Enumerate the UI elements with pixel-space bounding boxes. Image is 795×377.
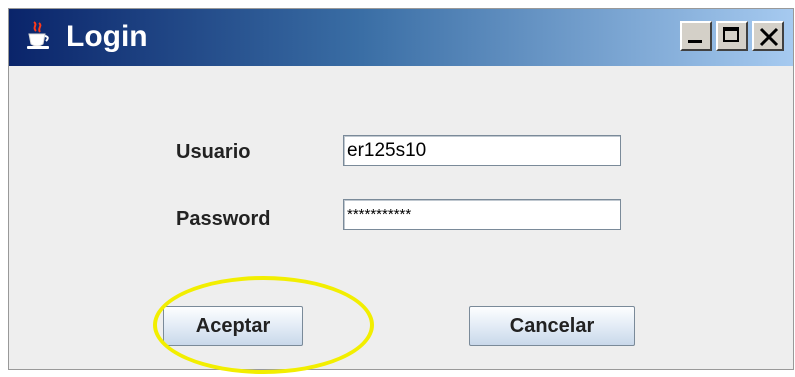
username-field[interactable]: er125s10 — [343, 135, 621, 166]
title-bar[interactable]: Login — [9, 9, 793, 66]
window-title: Login — [66, 20, 148, 53]
close-icon — [759, 27, 779, 47]
login-window: Login Usuario er125s10 Password ********… — [8, 8, 794, 370]
cancel-button[interactable]: Cancelar — [469, 306, 635, 346]
minimize-button[interactable] — [680, 21, 712, 51]
accept-button[interactable]: Aceptar — [163, 306, 303, 346]
username-label: Usuario — [176, 141, 251, 163]
maximize-icon — [723, 27, 739, 42]
password-label: Password — [176, 208, 271, 230]
java-cup-icon — [27, 21, 49, 49]
minimize-icon — [688, 40, 702, 43]
password-field[interactable]: *********** — [343, 199, 621, 230]
close-button[interactable] — [752, 21, 784, 51]
maximize-button[interactable] — [716, 21, 748, 51]
